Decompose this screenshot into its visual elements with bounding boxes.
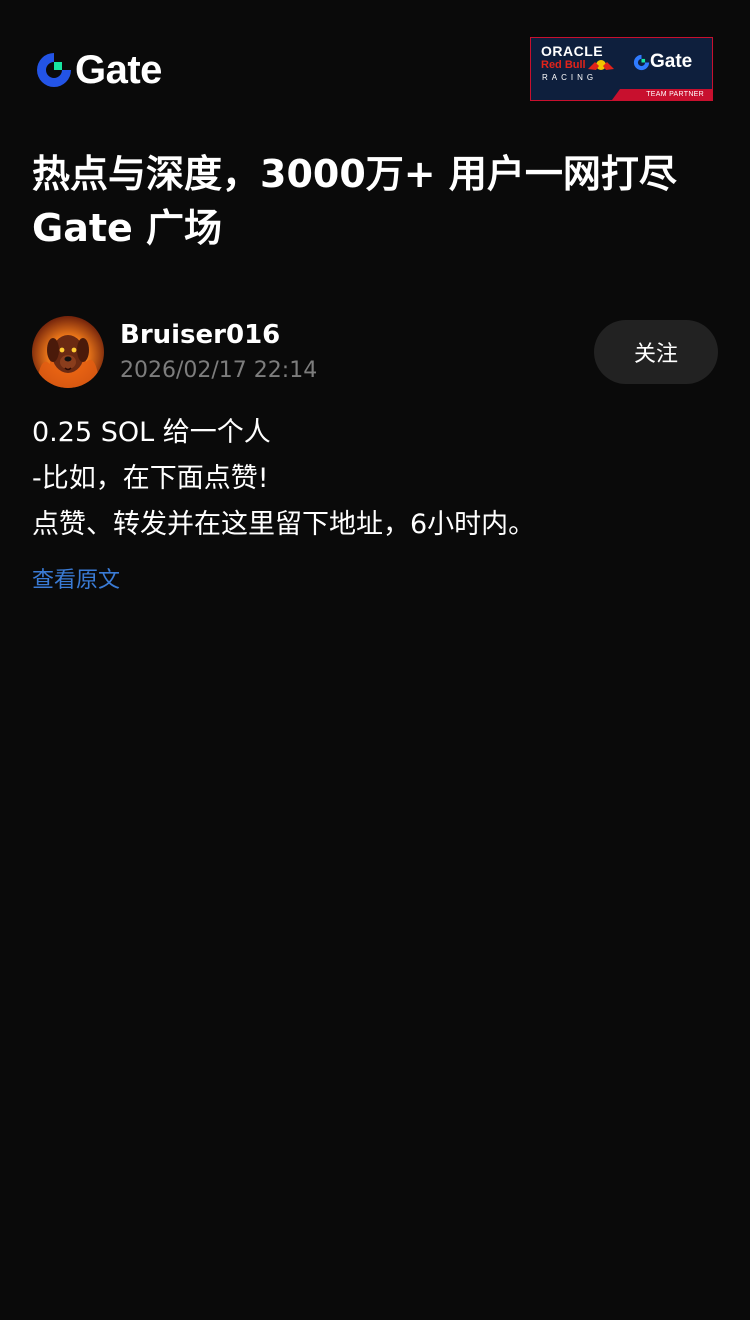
partner-gate-label: Gate — [650, 51, 693, 72]
team-partner-label: TEAM PARTNER — [646, 91, 704, 98]
oracle-label: ORACLE — [541, 43, 604, 59]
post-line-3: 点赞、转发并在这里留下地址，6小时内。 — [32, 509, 536, 540]
post-body: 0.25 SOL 给一个人 -比如，在下面点赞! 点赞、转发并在这里留下地址，6… — [32, 410, 722, 548]
view-original-link[interactable]: 查看原文 — [32, 563, 120, 599]
gate-logo[interactable]: Gate — [35, 50, 162, 90]
gate-logo-icon — [37, 53, 71, 87]
dog-avatar-icon — [32, 316, 104, 388]
post-author-row: Bruiser016 2026/02/17 22:14 关注 — [32, 316, 718, 388]
post-line-1: 0.25 SOL 给一个人 — [32, 417, 271, 448]
redbull-label: Red Bull — [541, 59, 586, 71]
headline-line-1: 热点与深度，3000万+ 用户一网打尽 — [32, 152, 677, 196]
username[interactable]: Bruiser016 — [120, 318, 280, 352]
follow-button[interactable]: 关注 — [594, 320, 718, 384]
post-timestamp: 2026/02/17 22:14 — [120, 358, 318, 383]
racing-label: RACING — [542, 73, 598, 82]
partner-badge: ORACLE Red Bull RACING Gate TEAM PARTNER — [530, 37, 713, 101]
page-headline: 热点与深度，3000万+ 用户一网打尽 Gate 广场 — [32, 147, 722, 255]
red-bull-icon — [588, 60, 614, 70]
app-header: Gate ORACLE Red Bull RACING Gate TEAM PA… — [0, 0, 750, 140]
logo-text: Gate — [75, 48, 162, 92]
headline-line-2: Gate 广场 — [32, 206, 223, 250]
avatar[interactable] — [32, 316, 104, 388]
gate-mini-icon — [633, 54, 650, 71]
post-line-2: -比如，在下面点赞! — [32, 463, 269, 494]
